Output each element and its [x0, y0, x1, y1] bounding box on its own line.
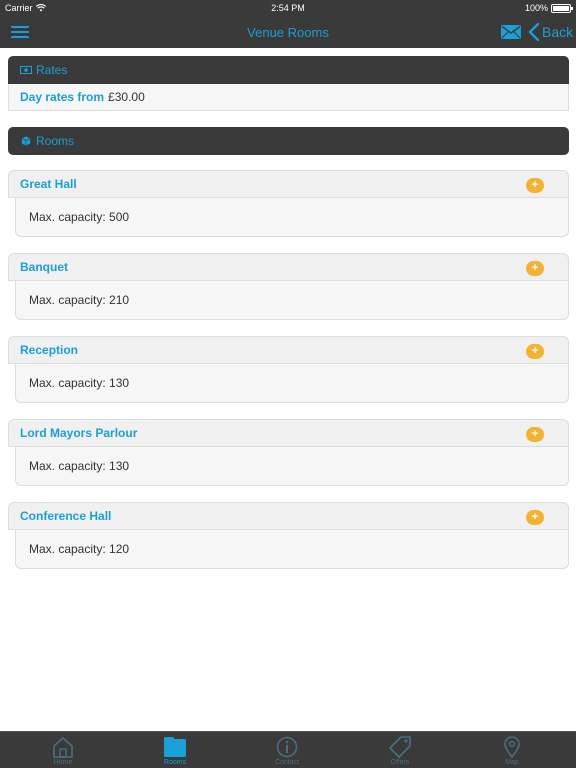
room-card: Reception + Max. capacity: 130 [8, 336, 569, 403]
room-header[interactable]: Great Hall + [8, 170, 569, 198]
room-capacity: Max. capacity: 120 [15, 530, 569, 569]
money-icon [20, 66, 32, 74]
back-chevron-icon [528, 23, 540, 41]
tab-label: Rooms [163, 759, 187, 766]
back-label: Back [542, 24, 574, 40]
tag-icon [389, 736, 411, 758]
room-name: Lord Mayors Parlour [20, 426, 138, 440]
rates-label: Day rates from [20, 90, 105, 104]
nav-bar: Venue Rooms Back [0, 16, 576, 48]
battery-percent: 100% [524, 3, 548, 13]
tab-offers[interactable]: Offers [344, 732, 456, 768]
tab-label: Home [53, 759, 73, 766]
room-capacity: Max. capacity: 500 [15, 198, 569, 237]
map-pin-icon [504, 736, 520, 758]
tab-contact[interactable]: Contact [231, 732, 343, 768]
tab-rooms[interactable]: Rooms [119, 732, 231, 768]
rates-header-label: Rates [36, 63, 68, 77]
tab-bar: Home Rooms Contact Offers Map [0, 731, 576, 768]
cube-icon [21, 136, 31, 146]
info-icon [276, 736, 298, 758]
room-name: Conference Hall [20, 509, 112, 523]
room-name: Banquet [20, 260, 68, 274]
tab-label: Map [505, 759, 519, 766]
rates-value: £30.00 [108, 90, 145, 104]
room-header[interactable]: Lord Mayors Parlour + [8, 419, 569, 447]
tab-label: Offers [390, 759, 410, 766]
tab-label: Contact [274, 759, 300, 766]
status-right: 100% [524, 3, 573, 13]
rooms-section-header: Rooms [8, 127, 569, 155]
status-time: 2:54 PM [271, 3, 305, 13]
room-header[interactable]: Reception + [8, 336, 569, 364]
room-card: Lord Mayors Parlour + Max. capacity: 130 [8, 419, 569, 486]
battery-icon [551, 3, 573, 13]
rates-row: Day rates from £30.00 [8, 84, 569, 111]
expand-plus-button[interactable]: + [526, 510, 544, 525]
room-name: Reception [20, 343, 79, 357]
status-bar: Carrier 2:54 PM 100% [0, 0, 576, 16]
room-capacity: Max. capacity: 130 [15, 364, 569, 403]
expand-plus-button[interactable]: + [526, 344, 544, 359]
room-card: Conference Hall + Max. capacity: 120 [8, 502, 569, 569]
room-card: Banquet + Max. capacity: 210 [8, 253, 569, 320]
mail-icon [501, 25, 521, 39]
page-title: Venue Rooms [247, 25, 329, 40]
room-capacity: Max. capacity: 210 [15, 281, 569, 320]
tab-home[interactable]: Home [7, 732, 119, 768]
room-capacity: Max. capacity: 130 [15, 447, 569, 486]
expand-plus-button[interactable]: + [526, 178, 544, 193]
rates-section-header: Rates [8, 56, 569, 84]
expand-plus-button[interactable]: + [526, 427, 544, 442]
room-header[interactable]: Conference Hall + [8, 502, 569, 530]
mail-button[interactable] [501, 25, 521, 39]
room-name: Great Hall [20, 177, 77, 191]
room-header[interactable]: Banquet + [8, 253, 569, 281]
rooms-icon [164, 737, 186, 757]
rooms-header-label: Rooms [36, 134, 75, 148]
expand-plus-button[interactable]: + [526, 261, 544, 276]
home-icon [53, 736, 73, 758]
tab-map[interactable]: Map [456, 732, 568, 768]
back-button[interactable]: Back [528, 22, 573, 42]
room-card: Great Hall + Max. capacity: 500 [8, 170, 569, 237]
